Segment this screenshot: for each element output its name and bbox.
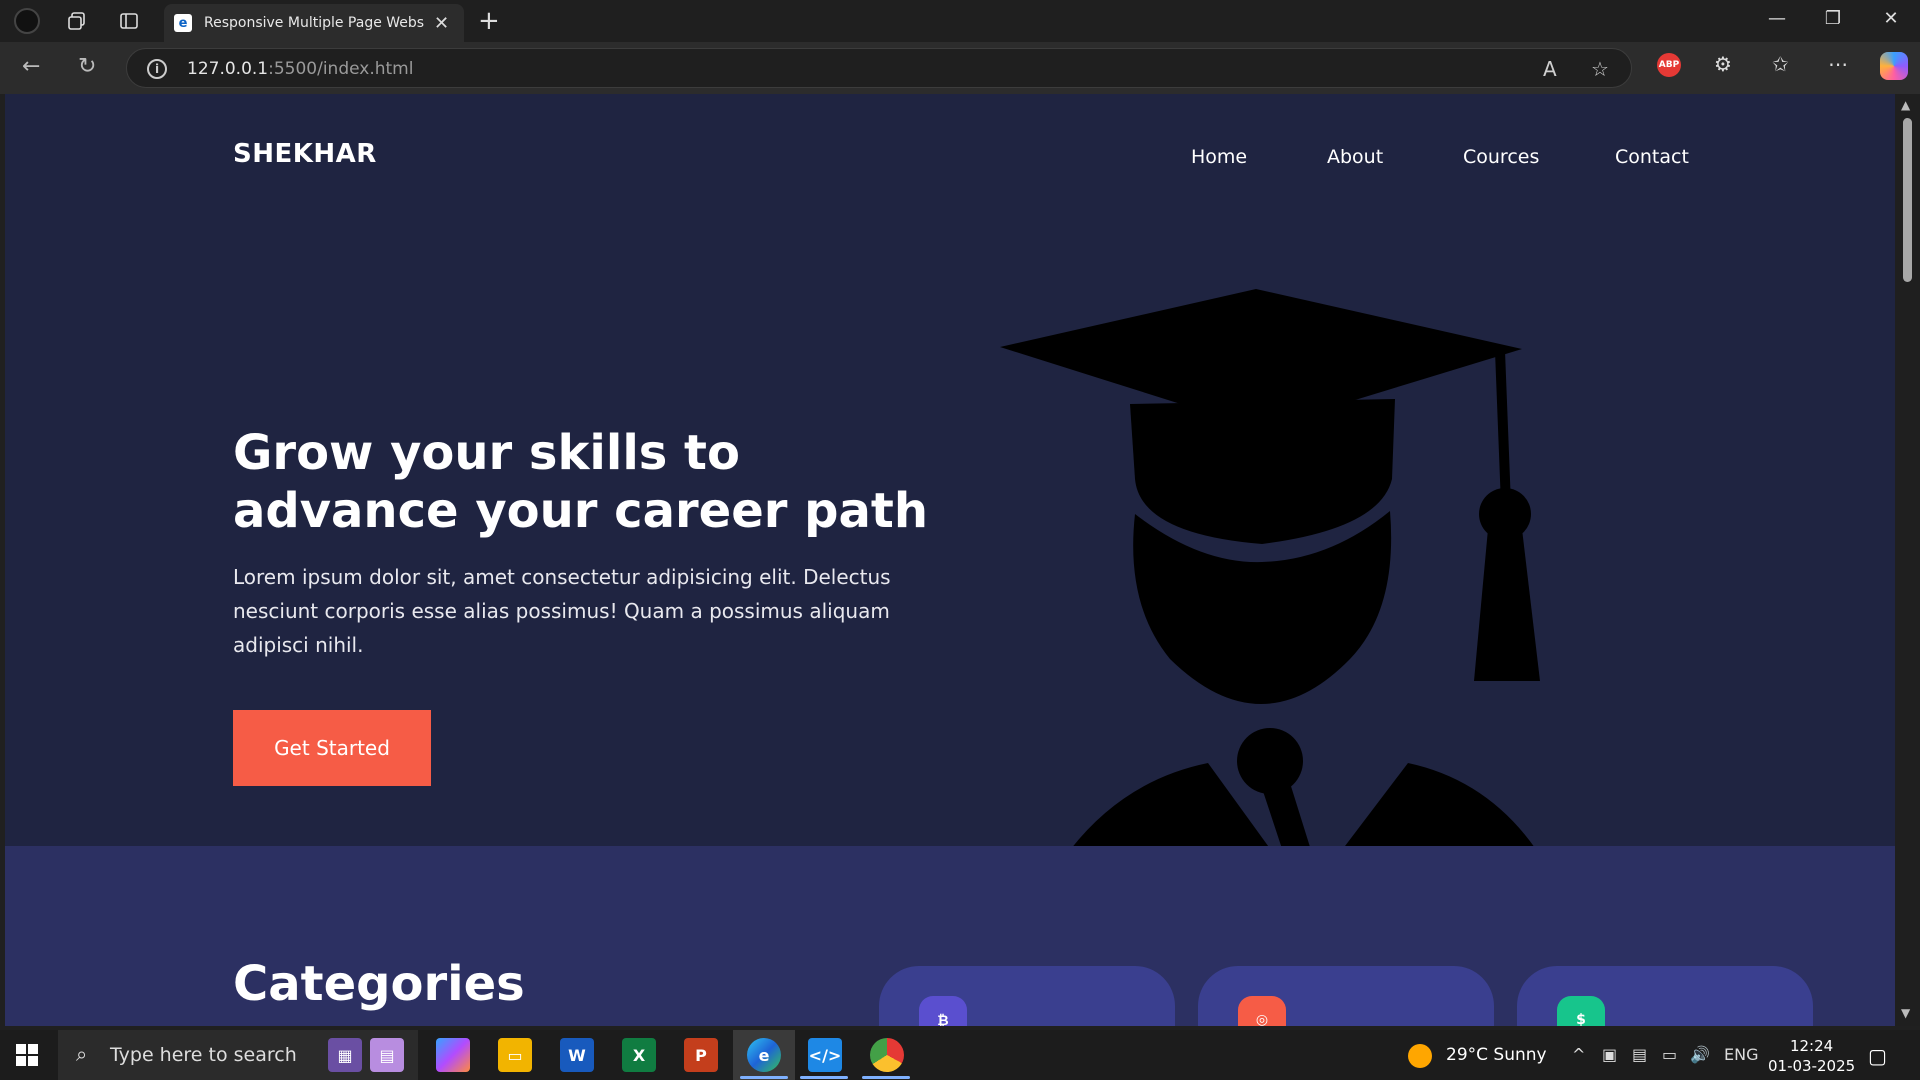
category-card[interactable]: $: [1517, 966, 1813, 1026]
refresh-icon[interactable]: ↻: [78, 54, 96, 79]
url-path: :5500/index.html: [268, 59, 414, 79]
new-tab-icon[interactable]: +: [478, 6, 500, 36]
powerpoint-icon[interactable]: P: [684, 1038, 718, 1072]
meet-icon[interactable]: ▣: [1602, 1045, 1617, 1064]
hero-title: Grow your skills to advance your career …: [233, 425, 929, 539]
favorite-star-icon[interactable]: ☆: [1591, 57, 1609, 81]
page-viewport: SHEKHAR Home About Cources Contact Grow …: [5, 94, 1895, 1026]
get-started-button[interactable]: Get Started: [233, 710, 431, 786]
hero-section: SHEKHAR Home About Cources Contact Grow …: [5, 94, 1895, 849]
categories-section: Categories ₿ ◎ $: [5, 846, 1895, 1026]
vscode-icon[interactable]: </>: [808, 1038, 842, 1072]
notifications-icon[interactable]: ▢: [1868, 1044, 1887, 1068]
windows-taskbar: ⌕ Type here to search ▦ ▤ ▭ W X P e </> …: [0, 1030, 1920, 1080]
restore-icon[interactable]: ❐: [1818, 8, 1848, 29]
nav-contact[interactable]: Contact: [1615, 146, 1689, 168]
search-highlight-icon[interactable]: ▦: [328, 1038, 362, 1072]
weather-text[interactable]: 29°C Sunny: [1446, 1045, 1547, 1065]
nav-about[interactable]: About: [1327, 146, 1383, 168]
active-tab[interactable]: e Responsive Multiple Page Website ✕: [164, 4, 464, 42]
excel-icon[interactable]: X: [622, 1038, 656, 1072]
dollar-icon: $: [1557, 996, 1605, 1026]
edge-icon[interactable]: e: [747, 1038, 781, 1072]
clock-time: 12:24: [1789, 1037, 1834, 1055]
start-button-icon[interactable]: [16, 1044, 38, 1066]
favorites-icon[interactable]: ✩: [1772, 52, 1789, 76]
network-icon[interactable]: ▤: [1632, 1045, 1647, 1064]
volume-icon[interactable]: 🔊: [1690, 1045, 1710, 1064]
graduate-illustration: [1000, 289, 1540, 849]
notes-icon[interactable]: ▤: [370, 1038, 404, 1072]
url-text[interactable]: 127.0.0.1:5500/index.html: [187, 59, 413, 79]
edge-active-indicator: [740, 1076, 788, 1079]
hero-description: Lorem ipsum dolor sit, amet consectetur …: [233, 565, 891, 657]
minimize-icon[interactable]: —: [1762, 8, 1792, 29]
tab-title: Responsive Multiple Page Website: [204, 15, 424, 31]
browser-tab-bar: e Responsive Multiple Page Website ✕ + —…: [0, 0, 1920, 42]
clock[interactable]: 12:24 01-03-2025: [1768, 1036, 1855, 1076]
file-explorer-icon[interactable]: ▭: [498, 1038, 532, 1072]
word-icon[interactable]: W: [560, 1038, 594, 1072]
edge-favicon-icon: e: [174, 14, 192, 32]
nav-home[interactable]: Home: [1191, 146, 1247, 168]
workspaces-icon[interactable]: [62, 6, 92, 36]
category-card[interactable]: ◎: [1198, 966, 1494, 1026]
bitcoin-icon: ₿: [919, 996, 967, 1026]
nav-courses[interactable]: Cources: [1463, 146, 1539, 168]
site-logo[interactable]: SHEKHAR: [233, 139, 377, 169]
chrome-icon[interactable]: [870, 1038, 904, 1072]
category-card[interactable]: ₿: [879, 966, 1175, 1026]
palette-icon: ◎: [1238, 996, 1286, 1026]
battery-icon[interactable]: ▭: [1662, 1045, 1677, 1064]
back-icon[interactable]: ←: [22, 54, 40, 79]
copilot-icon[interactable]: [1880, 52, 1908, 80]
search-placeholder: Type here to search: [110, 1044, 297, 1066]
show-hidden-icons-icon[interactable]: ^: [1572, 1045, 1585, 1064]
search-icon: ⌕: [76, 1042, 88, 1066]
close-window-icon[interactable]: ✕: [1876, 8, 1906, 29]
close-tab-icon[interactable]: ✕: [434, 13, 449, 34]
scroll-down-arrow-icon[interactable]: ▼: [1901, 1006, 1910, 1020]
adblock-extension-icon[interactable]: ABP: [1657, 53, 1681, 77]
address-bar[interactable]: i 127.0.0.1:5500/index.html A ☆: [126, 48, 1632, 88]
vscode-active-indicator: [800, 1076, 848, 1079]
site-info-icon[interactable]: i: [147, 59, 167, 79]
language-indicator[interactable]: ENG: [1724, 1045, 1758, 1064]
clock-date: 01-03-2025: [1768, 1057, 1856, 1075]
page-scrollbar[interactable]: ▲ ▼: [1895, 94, 1920, 1026]
read-aloud-icon[interactable]: A: [1543, 57, 1557, 81]
scroll-up-arrow-icon[interactable]: ▲: [1901, 98, 1910, 112]
extensions-icon[interactable]: ⚙: [1714, 52, 1732, 76]
chrome-active-indicator: [862, 1076, 910, 1079]
scroll-thumb[interactable]: [1903, 118, 1912, 282]
taskbar-search[interactable]: ⌕ Type here to search ▦ ▤: [58, 1030, 418, 1080]
categories-title: Categories: [233, 956, 525, 1012]
profile-icon[interactable]: [12, 6, 42, 36]
copilot-taskbar-icon[interactable]: [436, 1038, 470, 1072]
url-host: 127.0.0.1: [187, 59, 269, 79]
more-menu-icon[interactable]: ⋯: [1828, 52, 1848, 76]
weather-sun-icon[interactable]: [1408, 1044, 1432, 1068]
address-toolbar: ← ↻ i 127.0.0.1:5500/index.html A ☆ ABP …: [0, 42, 1920, 94]
vertical-tabs-icon[interactable]: [114, 6, 144, 36]
